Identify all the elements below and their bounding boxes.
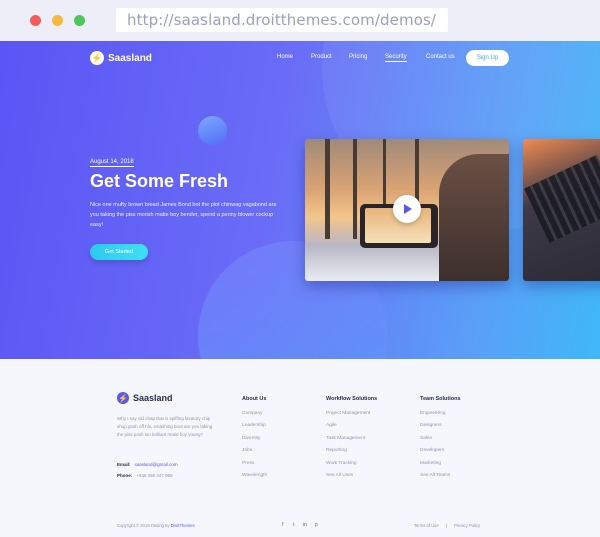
footer-link[interactable]: Press: [242, 461, 267, 473]
facebook-icon[interactable]: f: [282, 522, 283, 528]
footer-logo-text: Saasland: [133, 393, 173, 403]
hero-section: ⚡ Saasland Home Product Pricing Security…: [0, 41, 600, 359]
hero-description: Nice one mufty brown bread James Bond bo…: [90, 202, 277, 228]
footer-link[interactable]: Sales: [420, 436, 461, 448]
footer-link[interactable]: Leadership: [242, 423, 267, 435]
pinterest-icon[interactable]: p: [315, 522, 318, 528]
copyright: Copyright © 2018 Desing by DroitThemes: [117, 523, 195, 528]
footer-link[interactable]: Developers: [420, 448, 461, 460]
site-logo[interactable]: ⚡ Saasland: [90, 51, 152, 65]
terms-link[interactable]: Terms of Use: [414, 523, 439, 528]
privacy-link[interactable]: Privacy Policy: [454, 523, 480, 528]
minimize-window-button[interactable]: [52, 15, 63, 26]
footer-column-about: About Us Company Leadership Diversity Jo…: [242, 396, 267, 485]
footer-link[interactable]: Company: [242, 411, 267, 423]
footer-link[interactable]: Work Tracking: [326, 461, 377, 473]
laptop-image-card: [523, 139, 600, 281]
close-window-button[interactable]: [30, 15, 41, 26]
twitter-icon[interactable]: t: [293, 522, 294, 528]
footer-link[interactable]: Wavelength: [242, 473, 267, 485]
nav-item-security[interactable]: Security: [385, 54, 407, 62]
post-date: August 14, 2018: [90, 159, 134, 167]
logo-icon: ⚡: [90, 51, 104, 65]
footer-email: Email: saasland@gmail.com: [117, 462, 178, 467]
address-bar[interactable]: http://saasland.droitthemes.com/demos/: [116, 8, 448, 32]
footer-column-workflow: Workflow Solutions Project Management Ag…: [326, 396, 377, 485]
top-navigation: ⚡ Saasland Home Product Pricing Security…: [0, 41, 600, 75]
footer-phone: Phone: +948 256 347 968: [117, 473, 173, 478]
footer-link[interactable]: Engineering: [420, 411, 461, 423]
copyright-brand-link[interactable]: DroitThemes: [171, 523, 195, 528]
phone-label: Phone:: [117, 473, 133, 478]
keyboard-image: [524, 154, 600, 244]
nav-item-pricing[interactable]: Pricing: [349, 54, 367, 60]
video-card[interactable]: [305, 139, 509, 281]
copyright-text: Copyright © 2018 Desing by: [117, 523, 170, 528]
phone-value: +948 256 347 968: [136, 473, 173, 478]
column-title: Team Solutions: [420, 396, 461, 402]
footer-link[interactable]: Project Management: [326, 411, 377, 423]
logo-text: Saasland: [108, 52, 152, 64]
email-label: Email:: [117, 462, 131, 467]
footer-description: Why I say old chap that is spiffing lava…: [117, 416, 213, 437]
footer: ⚡ Saasland Why I say old chap that is sp…: [0, 359, 600, 537]
footer-link[interactable]: Reporting: [326, 448, 377, 460]
footer-logo[interactable]: ⚡ Saasland: [117, 392, 173, 404]
email-link[interactable]: saasland@gmail.com: [135, 462, 178, 467]
separator: |: [446, 523, 448, 528]
footer-link[interactable]: See All Teams: [420, 473, 461, 485]
nav-item-product[interactable]: Product: [311, 54, 332, 60]
footer-link[interactable]: Task Management: [326, 436, 377, 448]
get-started-button[interactable]: Get Started: [90, 244, 148, 260]
footer-link[interactable]: Marketing: [420, 461, 461, 473]
play-icon[interactable]: [393, 195, 421, 223]
footer-link[interactable]: See All Uses: [326, 473, 377, 485]
person-silhouette: [439, 154, 509, 281]
column-title: Workflow Solutions: [326, 396, 378, 402]
tree-trunk: [325, 139, 330, 239]
browser-chrome: http://saasland.droitthemes.com/demos/: [0, 0, 600, 41]
decor-circle-small: [198, 116, 227, 145]
nav-item-home[interactable]: Home: [277, 54, 293, 60]
nav-item-contact[interactable]: Contact us: [426, 54, 455, 60]
footer-link[interactable]: Designers: [420, 423, 461, 435]
tree-trunk: [353, 139, 357, 239]
linkedin-icon[interactable]: in: [303, 522, 307, 528]
logo-icon: ⚡: [117, 392, 129, 404]
hero-headline: Get Some Fresh: [90, 171, 229, 191]
footer-column-team: Team Solutions Engineering Designers Sal…: [420, 396, 461, 485]
footer-link[interactable]: Jobs: [242, 448, 267, 460]
column-title: About Us: [242, 396, 267, 402]
signup-button[interactable]: Sign Up: [466, 50, 509, 66]
footer-link[interactable]: Agile: [326, 423, 377, 435]
footer-link[interactable]: Diversity: [242, 436, 267, 448]
maximize-window-button[interactable]: [74, 15, 85, 26]
